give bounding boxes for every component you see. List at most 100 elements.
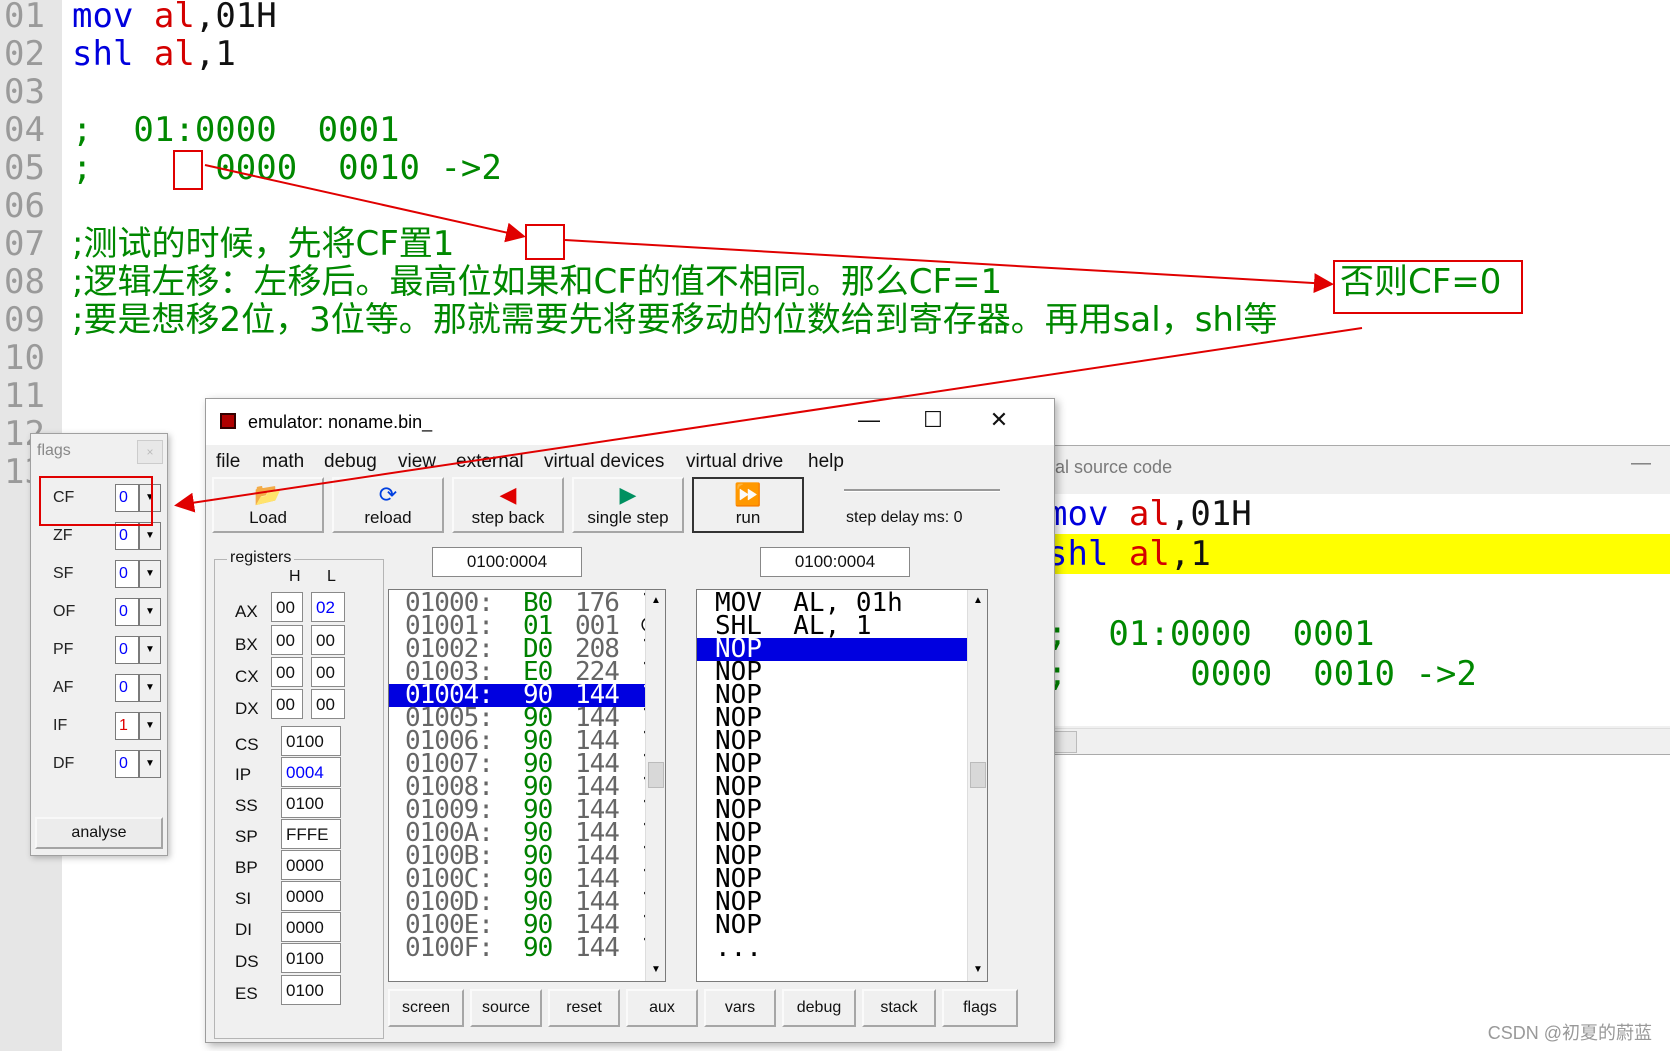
memory-hex: 90 [523, 933, 553, 963]
operand: ,1 [194, 34, 236, 74]
menu-virtual-devices[interactable]: virtual devices [544, 451, 664, 473]
dh-field[interactable]: 00 [271, 689, 303, 719]
ah-field[interactable]: 00 [271, 592, 303, 622]
maximize-button[interactable]: ☐ [918, 407, 948, 433]
scroll-up-icon[interactable]: ▲ [647, 591, 665, 611]
step-delay-slider[interactable] [844, 483, 1004, 503]
scroll-down-icon[interactable]: ▼ [969, 960, 987, 980]
chevron-down-icon[interactable]: ▼ [139, 522, 161, 550]
menu-file[interactable]: file [216, 451, 240, 473]
es-field[interactable]: 0100 [281, 975, 341, 1005]
disasm-row[interactable]: ... [697, 935, 987, 961]
dl-field[interactable]: 00 [311, 689, 345, 719]
step-back-button[interactable]: ◀ step back [452, 477, 564, 533]
original-source-window[interactable]: nal source code — mov al,01H shl al,1 ; … [1038, 445, 1670, 755]
chevron-down-icon[interactable]: ▼ [139, 750, 161, 778]
flag-value[interactable]: 0 [115, 750, 139, 778]
emulator-window[interactable]: emulator: noname.bin_ — ☐ ✕ file math de… [205, 398, 1055, 1043]
menu-bar: file math debug view external virtual de… [206, 445, 1054, 479]
flags-window[interactable]: flags × CF 0 ▼ ZF 0 ▼ SF 0 ▼ OF 0 ▼ PF 0 ▼ AF 0 ▼ IF… [30, 433, 168, 856]
high-byte-label: H [289, 568, 301, 585]
horizontal-scrollbar[interactable] [1039, 728, 1670, 754]
chevron-down-icon[interactable]: ▼ [139, 560, 161, 588]
scroll-up-icon[interactable]: ▲ [969, 591, 987, 611]
chevron-down-icon[interactable]: ▼ [139, 712, 161, 740]
register: al [1128, 494, 1170, 534]
keyword: mov [72, 0, 134, 36]
minimize-button[interactable]: — [1631, 452, 1651, 475]
chevron-down-icon[interactable]: ▼ [139, 674, 161, 702]
close-button[interactable]: ✕ [984, 407, 1014, 433]
si-field[interactable]: 0000 [281, 881, 341, 911]
menu-math[interactable]: math [262, 451, 304, 473]
minimize-button[interactable]: — [854, 407, 884, 433]
chevron-down-icon[interactable]: ▼ [139, 636, 161, 664]
flag-value[interactable]: 0 [115, 636, 139, 664]
debug-button[interactable]: debug [782, 989, 856, 1027]
cl-field[interactable]: 00 [311, 657, 345, 687]
memory-list[interactable]: 01000:B0176? 01001:01001☺ 01002:D0208? 0… [388, 589, 666, 982]
source-area[interactable]: mov al,01H shl al,1 ; 01:0000 0001 ; 000… [1039, 494, 1670, 726]
menu-help[interactable]: help [808, 451, 844, 473]
sp-field[interactable]: FFFE [281, 819, 341, 849]
run-icon: ⏩ [734, 482, 762, 507]
chevron-down-icon[interactable]: ▼ [139, 598, 161, 626]
single-step-button[interactable]: ▶ single step [572, 477, 684, 533]
menu-debug[interactable]: debug [324, 451, 377, 473]
source-line: ; 01:0000 0001 [1047, 614, 1375, 654]
flag-label: AF [53, 679, 74, 696]
ss-field[interactable]: 0100 [281, 788, 341, 818]
register-name: SP [235, 827, 258, 846]
reset-button[interactable]: reset [548, 989, 620, 1027]
line-number: 09 [4, 300, 45, 340]
stack-button[interactable]: stack [862, 989, 936, 1027]
screen-button[interactable]: screen [388, 989, 464, 1027]
vars-button[interactable]: vars [704, 989, 776, 1027]
scroll-thumb[interactable] [648, 762, 664, 788]
al-field[interactable]: 02 [311, 592, 345, 622]
scroll-down-icon[interactable]: ▼ [647, 960, 665, 980]
aux-button[interactable]: aux [626, 989, 698, 1027]
reload-button[interactable]: ⟳ reload [332, 477, 444, 533]
memory-address-input[interactable]: 0100:0004 [432, 547, 582, 577]
memory-row[interactable]: 0100F:90144? [389, 933, 665, 963]
line-number: 07 [4, 224, 45, 264]
close-button[interactable]: × [137, 440, 163, 464]
button-label: step back [471, 508, 545, 527]
register-name: DI [235, 920, 252, 939]
bh-field[interactable]: 00 [271, 625, 303, 655]
cs-field[interactable]: 0100 [281, 726, 341, 756]
memory-scrollbar[interactable]: ▲ ▼ [645, 590, 665, 981]
disasm-scrollbar[interactable]: ▲ ▼ [967, 590, 987, 981]
flags-button[interactable]: flags [942, 989, 1018, 1027]
ch-field[interactable]: 00 [271, 657, 303, 687]
bp-field[interactable]: 0000 [281, 850, 341, 880]
ip-field[interactable]: 0004 [281, 757, 341, 787]
scroll-thumb[interactable] [970, 762, 986, 788]
flag-value[interactable]: 0 [115, 522, 139, 550]
menu-virtual-drive[interactable]: virtual drive [686, 451, 783, 473]
run-button[interactable]: ⏩ run [692, 477, 804, 533]
register: al [153, 34, 195, 74]
di-field[interactable]: 0000 [281, 912, 341, 942]
comment-line-8: ;逻辑左移：左移后。最高位如果和CF的值不相同。那么CF=1 [72, 262, 1003, 302]
source-button[interactable]: source [470, 989, 542, 1027]
flag-value[interactable]: 1 [115, 712, 139, 740]
load-button[interactable]: 📂 Load [212, 477, 324, 533]
flag-row-pf: PF 0 ▼ [45, 636, 161, 666]
disassembly-list[interactable]: MOV AL, 01h SHL AL, 1 NOP NOP NOP NOP NO… [696, 589, 988, 982]
flag-value[interactable]: 0 [115, 598, 139, 626]
operand: ,01H [194, 0, 277, 36]
disasm-address-input[interactable]: 0100:0004 [760, 547, 910, 577]
annotation-box-cf1 [525, 224, 565, 260]
menu-external[interactable]: external [456, 451, 524, 473]
analyse-button[interactable]: analyse [35, 817, 163, 849]
flag-value[interactable]: 0 [115, 560, 139, 588]
line-number: 02 [4, 34, 45, 74]
bl-field[interactable]: 00 [311, 625, 345, 655]
ds-field[interactable]: 0100 [281, 943, 341, 973]
flag-value[interactable]: 0 [115, 674, 139, 702]
line-number: 04 [4, 110, 45, 150]
step-delay-label: step delay ms: 0 [846, 509, 963, 526]
menu-view[interactable]: view [398, 451, 436, 473]
